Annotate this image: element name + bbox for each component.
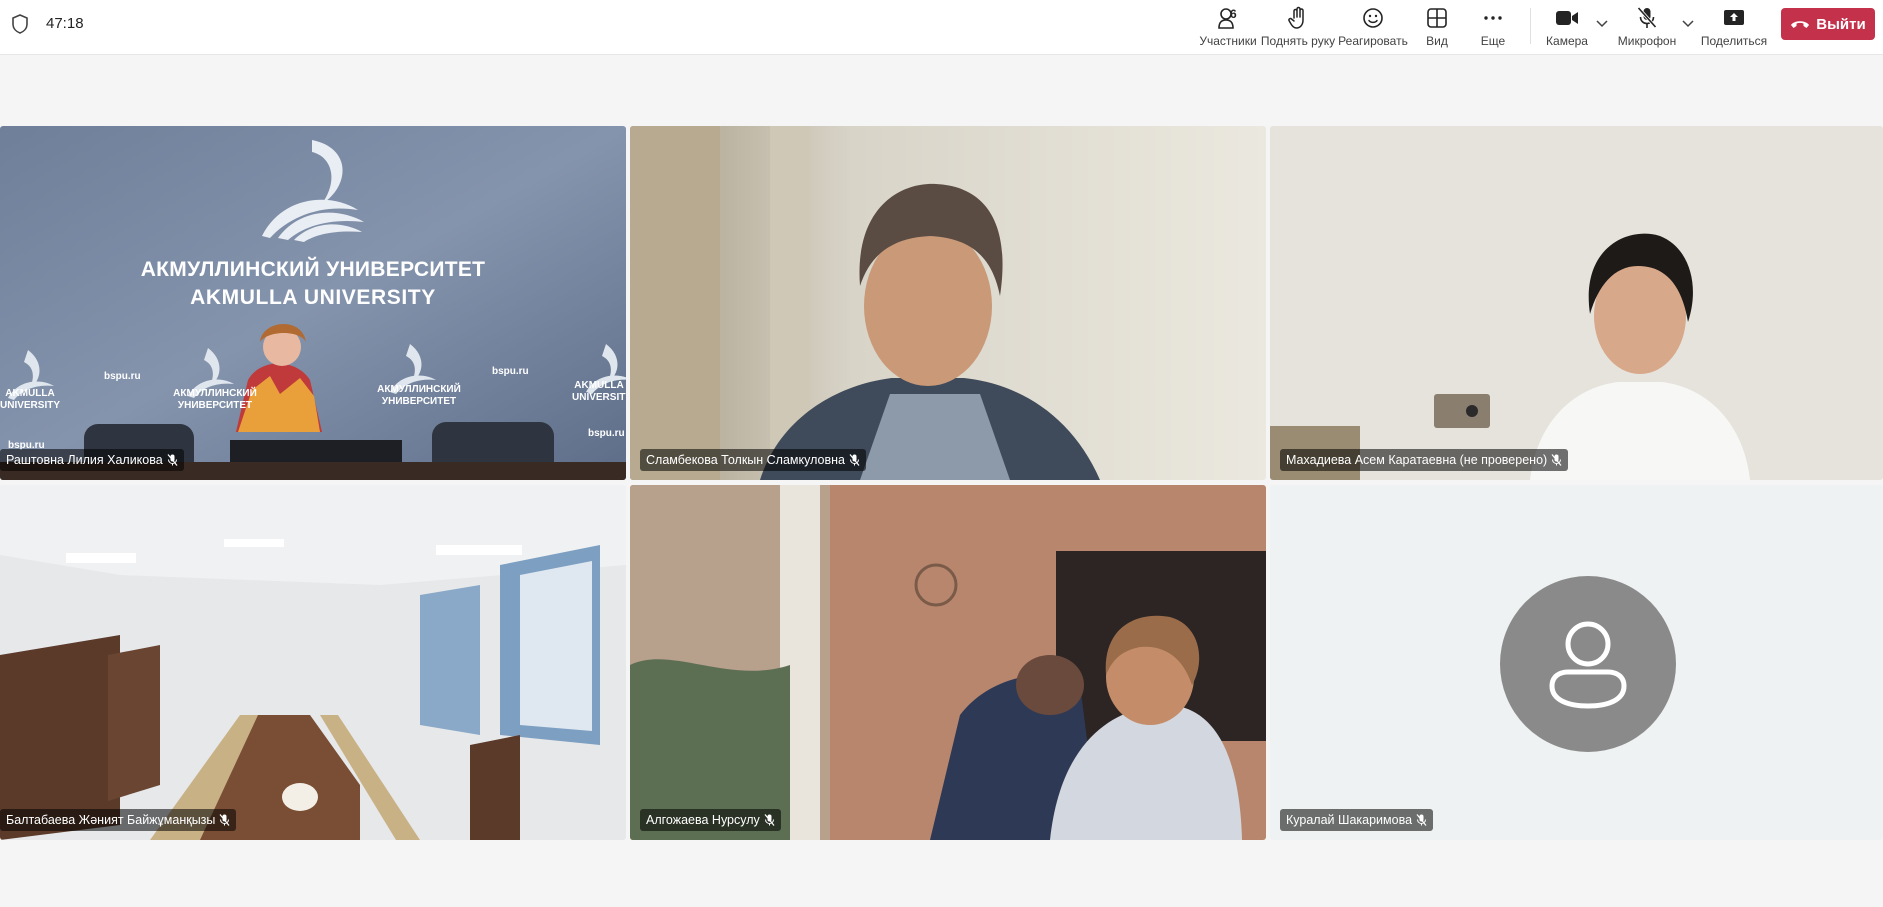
camera-label: Камера xyxy=(1546,34,1588,48)
more-button[interactable]: Еще xyxy=(1478,4,1508,50)
microphone-options-chevron-icon[interactable] xyxy=(1681,16,1695,30)
participant-name-tag: Куралай Шакаримова xyxy=(1280,809,1434,831)
video-feed-participant-2 xyxy=(630,126,1266,480)
mic-muted-icon xyxy=(849,454,860,466)
mic-muted-icon xyxy=(764,814,775,826)
leave-label: Выйти xyxy=(1816,15,1866,33)
video-tile-6[interactable]: Куралай Шакаримова xyxy=(1270,485,1883,840)
shield-icon[interactable] xyxy=(11,14,29,34)
video-tile-2[interactable]: Сламбекова Толкын Сламкуловна xyxy=(630,126,1266,480)
participant-name-tag: Махадиева Асем Каратаевна (не проверено) xyxy=(1280,449,1569,471)
avatar xyxy=(1500,576,1676,752)
video-tile-1[interactable]: АКМУЛЛИНСКИЙ УНИВЕРСИТЕТ AKMULLA UNIVERS… xyxy=(0,126,626,480)
meeting-toolbar: 47:18 6 Участники Поднять руку Реагирова… xyxy=(0,0,1883,55)
participants-label: Участники xyxy=(1199,34,1257,48)
mic-muted-icon xyxy=(1551,454,1562,466)
banner-small-logo-4: AKMULLA UNIVERSITY xyxy=(572,380,626,403)
banner-site-1: bspu.ru xyxy=(104,371,141,382)
smiley-icon xyxy=(1363,8,1383,28)
react-button[interactable]: Реагировать xyxy=(1338,4,1408,50)
raise-hand-label: Поднять руку xyxy=(1260,34,1336,48)
participant-name: Сламбекова Толкын Сламкуловна xyxy=(646,453,845,467)
ellipsis-icon xyxy=(1484,16,1502,20)
share-button[interactable]: Поделиться xyxy=(1700,4,1768,50)
participant-name: Махадиева Асем Каратаевна (не проверено) xyxy=(1286,453,1548,467)
react-label: Реагировать xyxy=(1338,34,1408,48)
grid-icon xyxy=(1427,8,1447,28)
video-tile-3[interactable]: Махадиева Асем Каратаевна (не проверено) xyxy=(1270,126,1883,480)
participant-name: Раштовна Лилия Халикова xyxy=(6,453,163,467)
mic-muted-icon xyxy=(167,454,178,466)
video-camera-icon xyxy=(1556,11,1578,25)
view-button[interactable]: Вид xyxy=(1420,4,1454,50)
participants-button[interactable]: 6 Участники xyxy=(1199,4,1257,50)
participant-name: Балтабаева Жәният Байжұманқызы xyxy=(6,813,216,827)
raise-hand-button[interactable]: Поднять руку xyxy=(1260,4,1336,50)
university-banner-title-ru: АКМУЛЛИНСКИЙ УНИВЕРСИТЕТ xyxy=(140,258,486,281)
view-label: Вид xyxy=(1426,34,1448,48)
more-label: Еще xyxy=(1480,34,1506,48)
hang-up-phone-icon xyxy=(1791,21,1810,28)
banner-small-logo-3: AKMULLA UNIVERSITY xyxy=(0,388,61,411)
mic-muted-icon xyxy=(1416,814,1427,826)
banner-small-logo-2: АКМУЛЛИНСКИЙ УНИВЕРСИТЕТ xyxy=(377,384,461,407)
video-tile-4[interactable]: Балтабаева Жәният Байжұманқызы xyxy=(0,485,626,840)
participants-count: 6 xyxy=(1230,7,1237,21)
meeting-timer: 47:18 xyxy=(46,15,84,32)
video-feed-participant-3 xyxy=(1270,126,1883,480)
camera-options-chevron-icon[interactable] xyxy=(1595,16,1609,30)
participant-name: Алгожаева Нурсулу xyxy=(646,813,760,827)
participant-name-tag: Раштовна Лилия Халикова xyxy=(0,449,184,471)
share-label: Поделиться xyxy=(1700,34,1768,48)
banner-small-logo-1: АКМУЛЛИНСКИЙ УНИВЕРСИТЕТ xyxy=(173,388,257,411)
banner-site-3: bspu.ru xyxy=(588,428,625,439)
person-avatar-icon xyxy=(1549,621,1627,709)
microphone-button[interactable]: Микрофон xyxy=(1618,4,1676,50)
microphone-off-icon xyxy=(1637,6,1657,29)
video-feed-participant-5 xyxy=(630,485,1266,840)
toolbar-divider xyxy=(1530,8,1531,44)
video-tile-5[interactable]: Алгожаева Нурсулу xyxy=(630,485,1266,840)
university-banner-title-en: AKMULLA UNIVERSITY xyxy=(190,286,436,309)
participant-name-tag: Сламбекова Толкын Сламкуловна xyxy=(640,449,866,471)
microphone-label: Микрофон xyxy=(1617,34,1677,48)
camera-button[interactable]: Камера xyxy=(1545,4,1589,50)
banner-site-2: bspu.ru xyxy=(492,366,529,377)
participant-name-tag: Алгожаева Нурсулу xyxy=(640,809,781,831)
participant-name: Куралай Шакаримова xyxy=(1286,813,1413,827)
mic-muted-icon xyxy=(219,814,230,826)
hand-icon xyxy=(1288,6,1304,29)
share-screen-icon xyxy=(1724,10,1744,25)
leave-button[interactable]: Выйти xyxy=(1781,8,1875,40)
video-feed-meeting-room xyxy=(0,485,626,840)
participant-name-tag: Балтабаева Жәният Байжұманқызы xyxy=(0,809,237,831)
